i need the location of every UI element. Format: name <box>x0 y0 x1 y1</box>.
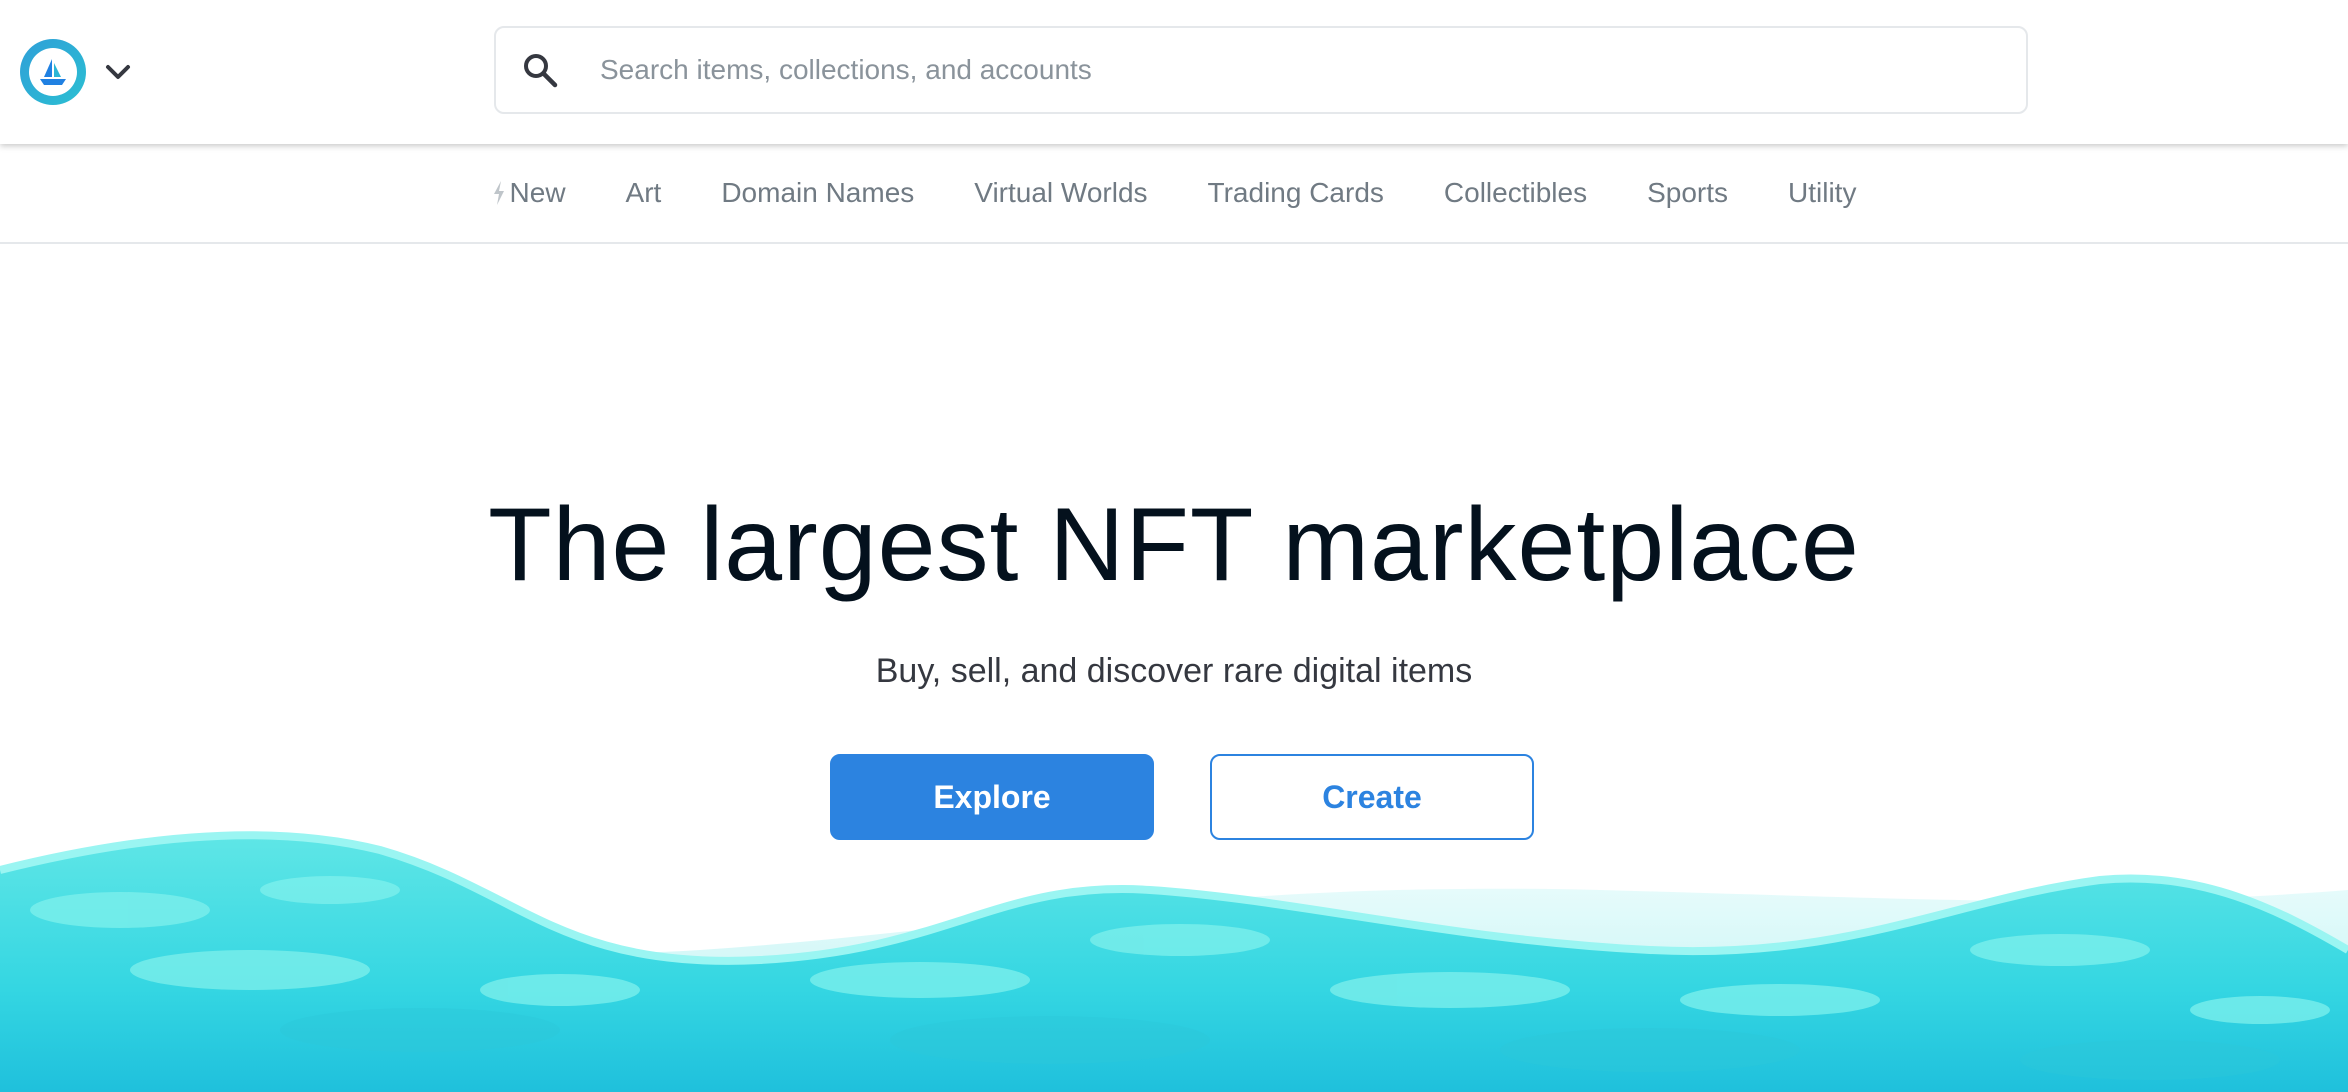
lightning-icon <box>492 180 506 206</box>
category-art[interactable]: Art <box>626 177 662 209</box>
logo-area <box>20 39 136 105</box>
category-new[interactable]: New <box>492 177 566 209</box>
category-label: Art <box>625 177 662 208</box>
category-virtual-worlds[interactable]: Virtual Worlds <box>974 177 1147 209</box>
search-input[interactable] <box>598 53 1982 87</box>
category-collectibles[interactable]: Collectibles <box>1444 177 1587 209</box>
explore-button[interactable]: Explore <box>830 754 1154 840</box>
category-label: Domain Names <box>721 177 915 208</box>
hero-title: The largest NFT marketplace <box>488 487 1860 603</box>
category-utility[interactable]: Utility <box>1788 177 1856 209</box>
create-button[interactable]: Create <box>1210 754 1534 840</box>
category-domain-names[interactable]: Domain Names <box>721 177 914 209</box>
logo-inner <box>29 48 77 96</box>
opensea-logo-icon[interactable] <box>20 39 86 105</box>
boat-icon <box>40 59 66 85</box>
category-trading-cards[interactable]: Trading Cards <box>1208 177 1384 209</box>
category-label: New <box>509 177 566 208</box>
top-navigation-bar <box>0 0 2348 144</box>
category-label: Utility <box>1788 177 1857 208</box>
chevron-down-icon[interactable] <box>100 54 136 90</box>
hero-subtitle: Buy, sell, and discover rare digital ite… <box>875 652 1473 690</box>
category-label: Collectibles <box>1443 177 1588 208</box>
category-label: Sports <box>1647 177 1729 208</box>
category-navigation: New Art Domain Names Virtual Worlds Trad… <box>0 144 2348 244</box>
category-sports[interactable]: Sports <box>1647 177 1728 209</box>
search-bar[interactable] <box>494 26 2028 114</box>
search-icon[interactable] <box>520 50 560 90</box>
ocean-wave-illustration <box>0 831 2348 1092</box>
category-label: Virtual Worlds <box>974 177 1148 208</box>
category-label: Trading Cards <box>1207 177 1384 208</box>
